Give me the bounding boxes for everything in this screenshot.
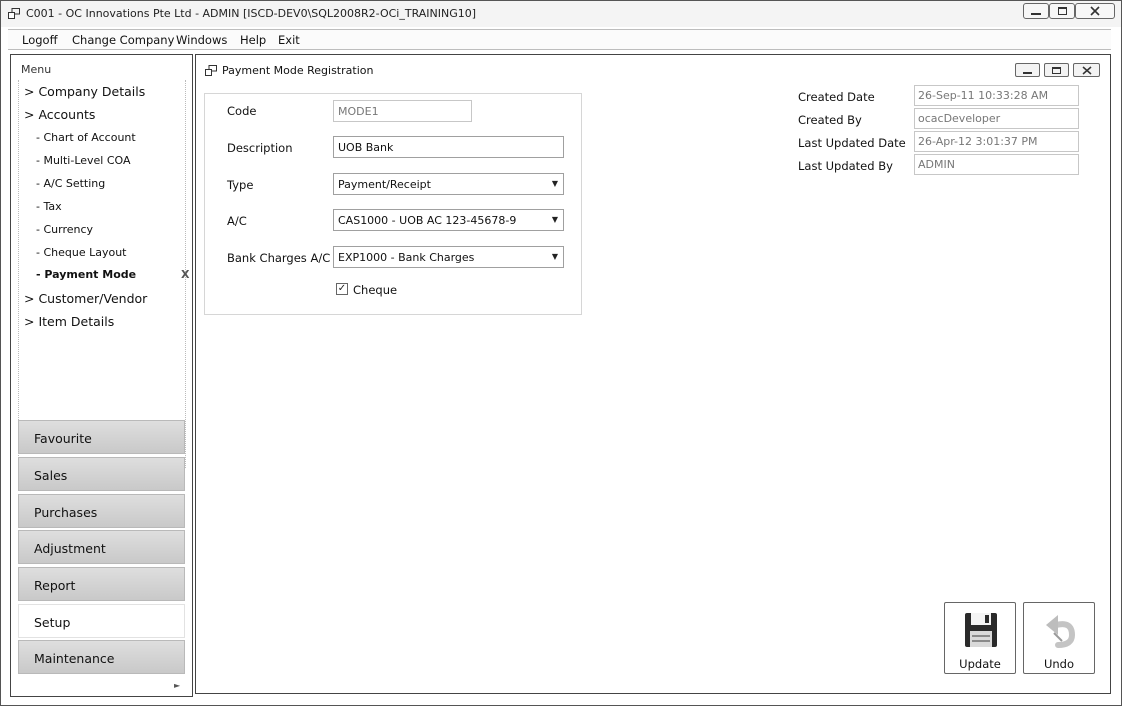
tree-item-tax[interactable]: - Tax bbox=[36, 200, 62, 213]
document-minimize-button[interactable] bbox=[1015, 63, 1040, 77]
update-button-label: Update bbox=[959, 657, 1001, 671]
tree-item-accounts[interactable]: > Accounts bbox=[24, 107, 95, 122]
document-window-icon bbox=[205, 65, 217, 76]
nav-button-setup[interactable]: Setup bbox=[18, 604, 185, 638]
ac-select-value: CAS1000 - UOB AC 123-45678-9 bbox=[338, 214, 517, 227]
description-label: Description bbox=[227, 141, 293, 155]
bank-charges-select[interactable]: EXP1000 - Bank Charges ▼ bbox=[333, 246, 564, 268]
tree-item-customer-vendor[interactable]: > Customer/Vendor bbox=[24, 291, 147, 306]
title-bar: C001 - OC Innovations Pte Ltd - ADMIN [I… bbox=[1, 1, 1121, 27]
menu-bar: Logoff Change Company Windows Help Exit bbox=[8, 29, 1111, 50]
cheque-label: Cheque bbox=[353, 283, 398, 297]
update-button[interactable]: Update bbox=[944, 602, 1016, 674]
minimize-button[interactable] bbox=[1023, 3, 1049, 19]
tree-item-ac-setting[interactable]: - A/C Setting bbox=[36, 177, 105, 190]
close-icon bbox=[1090, 6, 1100, 16]
nav-button-report[interactable]: Report bbox=[18, 567, 185, 601]
app-window-icon bbox=[8, 8, 20, 19]
nav-button-purchases[interactable]: Purchases bbox=[18, 494, 185, 528]
content-area: Payment Mode Registration Code MODE1 Des… bbox=[195, 54, 1111, 694]
menu-windows[interactable]: Windows bbox=[176, 33, 227, 47]
payment-mode-form: Code MODE1 Description UOB Bank Type Pay… bbox=[204, 93, 582, 315]
tree-item-chart-of-account[interactable]: - Chart of Account bbox=[36, 131, 136, 144]
tree-item-company-details[interactable]: > Company Details bbox=[24, 84, 145, 99]
menu-change-company[interactable]: Change Company bbox=[72, 33, 174, 47]
nav-button-sales[interactable]: Sales bbox=[18, 457, 185, 491]
nav-button-maintenance[interactable]: Maintenance bbox=[18, 640, 185, 674]
chevron-down-icon: ▼ bbox=[551, 179, 558, 188]
menu-help[interactable]: Help bbox=[240, 33, 266, 47]
navigation-panel: Menu > Company Details > Accounts - Char… bbox=[10, 54, 193, 697]
tree-item-item-details[interactable]: > Item Details bbox=[24, 314, 114, 329]
window-title: C001 - OC Innovations Pte Ltd - ADMIN [I… bbox=[26, 7, 477, 20]
minimize-icon bbox=[1031, 13, 1041, 15]
bank-charges-select-value: EXP1000 - Bank Charges bbox=[338, 251, 475, 264]
code-label: Code bbox=[227, 104, 257, 118]
document-title: Payment Mode Registration bbox=[222, 64, 374, 77]
minimize-icon bbox=[1023, 71, 1032, 74]
chevron-down-icon: ▼ bbox=[551, 252, 558, 261]
restore-icon bbox=[1057, 7, 1067, 15]
last-updated-by-label: Last Updated By bbox=[798, 159, 893, 173]
nav-scroll-right-icon[interactable]: ► bbox=[174, 681, 180, 690]
created-date-label: Created Date bbox=[798, 90, 875, 104]
created-by-field: ocacDeveloper bbox=[914, 108, 1079, 129]
nav-button-favourite[interactable]: Favourite bbox=[18, 420, 185, 454]
app-window: C001 - OC Innovations Pte Ltd - ADMIN [I… bbox=[0, 0, 1122, 706]
close-icon bbox=[1082, 65, 1091, 75]
created-date-field: 26-Sep-11 10:33:28 AM bbox=[914, 85, 1079, 106]
chevron-down-icon: ▼ bbox=[551, 215, 558, 224]
created-by-label: Created By bbox=[798, 113, 862, 127]
last-updated-by-field: ADMIN bbox=[914, 154, 1079, 175]
undo-button-label: Undo bbox=[1043, 657, 1075, 671]
tree-item-close-button[interactable]: X bbox=[181, 268, 189, 281]
ac-select[interactable]: CAS1000 - UOB AC 123-45678-9 ▼ bbox=[333, 209, 564, 231]
bank-charges-label: Bank Charges A/C bbox=[227, 251, 331, 265]
undo-arrow-icon bbox=[1046, 615, 1076, 648]
tree-item-cheque-layout[interactable]: - Cheque Layout bbox=[36, 246, 127, 259]
tree-item-multi-level-coa[interactable]: - Multi-Level COA bbox=[36, 154, 131, 167]
last-updated-date-field: 26-Apr-12 3:01:37 PM bbox=[914, 131, 1079, 152]
tree-item-currency[interactable]: - Currency bbox=[36, 223, 93, 236]
type-label: Type bbox=[227, 178, 254, 192]
undo-button[interactable]: Undo bbox=[1023, 602, 1095, 674]
cheque-checkbox[interactable]: ✓ bbox=[336, 283, 348, 295]
restore-icon bbox=[1052, 66, 1061, 74]
nav-button-adjustment[interactable]: Adjustment bbox=[18, 530, 185, 564]
document-close-button[interactable] bbox=[1073, 63, 1100, 77]
menu-logoff[interactable]: Logoff bbox=[22, 33, 58, 47]
description-input[interactable]: UOB Bank bbox=[333, 136, 564, 158]
restore-button[interactable] bbox=[1049, 3, 1075, 19]
nav-tree: > Company Details > Accounts - Chart of … bbox=[18, 80, 189, 468]
save-floppy-icon bbox=[965, 613, 997, 647]
tree-item-payment-mode[interactable]: - Payment Mode bbox=[36, 268, 136, 281]
last-updated-date-label: Last Updated Date bbox=[798, 136, 906, 150]
close-button[interactable] bbox=[1075, 3, 1115, 19]
type-select[interactable]: Payment/Receipt ▼ bbox=[333, 173, 564, 195]
menu-exit[interactable]: Exit bbox=[278, 33, 300, 47]
nav-header: Menu bbox=[21, 63, 52, 76]
code-field: MODE1 bbox=[333, 100, 472, 122]
document-restore-button[interactable] bbox=[1044, 63, 1069, 77]
ac-label: A/C bbox=[227, 214, 247, 228]
type-select-value: Payment/Receipt bbox=[338, 178, 431, 191]
